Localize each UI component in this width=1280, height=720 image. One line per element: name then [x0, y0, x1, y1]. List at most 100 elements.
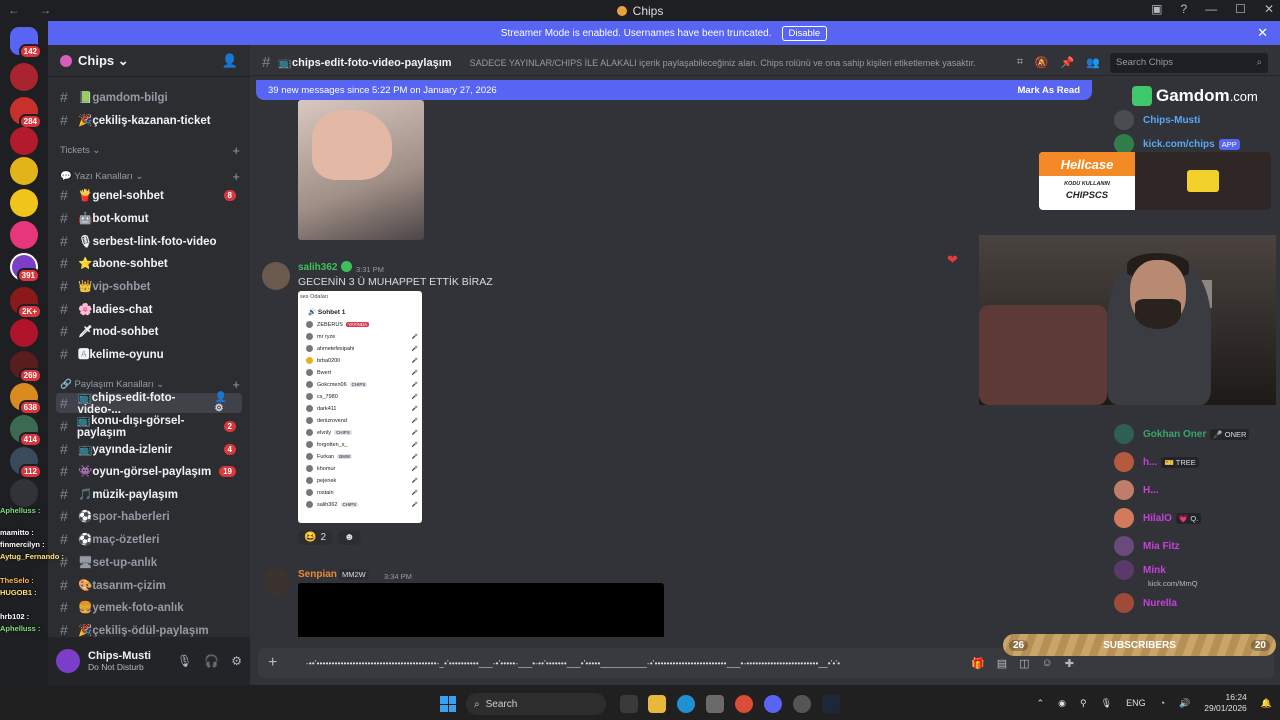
mute-icon[interactable]: 🎙	[177, 654, 192, 668]
new-messages-bar[interactable]: 39 new messages since 5:22 PM on January…	[256, 80, 1092, 100]
apps-icon[interactable]: ✚	[1065, 657, 1074, 670]
task-view-icon[interactable]	[620, 695, 638, 713]
help-icon[interactable]: ?	[1180, 2, 1187, 16]
headphones-icon[interactable]: 🎧	[204, 654, 219, 668]
message-author[interactable]: salih362	[298, 262, 337, 273]
channel-item[interactable]: # ⭐abone-sohbet	[56, 253, 242, 273]
close-window-button[interactable]: ✕	[1264, 2, 1274, 16]
notification-icon[interactable]: 🔔	[1261, 698, 1272, 709]
channel-item[interactable]: # 🍔yemek-foto-anlık	[56, 597, 242, 617]
category-text-channels[interactable]: 💬 Yazı Kanalları ⌄ +	[60, 168, 246, 184]
reaction-button[interactable]: 😆 2	[298, 530, 333, 545]
server-icon[interactable]: 638	[10, 383, 42, 415]
channel-item[interactable]: # 🍟genel-sohbet 8	[56, 185, 242, 205]
chevron-up-icon[interactable]: ⌃	[1037, 698, 1045, 709]
channel-settings-icon[interactable]: 👤 ⚙	[215, 392, 238, 414]
add-channel-icon[interactable]: +	[232, 143, 240, 158]
mic-icon[interactable]: 🎙	[1101, 698, 1112, 709]
direct-messages-icon[interactable]: 142	[10, 27, 42, 59]
image-attachment[interactable]	[298, 100, 424, 240]
channel-item[interactable]: # 🌸ladies-chat	[56, 299, 242, 319]
category-tickets[interactable]: Tickets ⌄ +	[60, 142, 246, 158]
inbox-icon[interactable]: ▣	[1151, 2, 1162, 16]
channel-item[interactable]: # 👑vip-sohbet	[56, 276, 242, 296]
member-item[interactable]: Mink kick.com/MmQ	[1114, 559, 1278, 588]
channel-item[interactable]: # 📺yayında-izlenir 4	[56, 439, 242, 459]
member-item[interactable]: HilalO 💗 Q.	[1114, 507, 1278, 529]
add-channel-icon[interactable]: +	[232, 377, 240, 392]
gif-icon[interactable]: ▤	[997, 657, 1007, 670]
server-icon[interactable]: 2K+	[10, 287, 42, 319]
mark-as-read-button[interactable]: Mark As Read	[1018, 85, 1080, 96]
discord-tray-icon[interactable]: ◉	[1058, 698, 1066, 709]
search-input[interactable]: Search Chips ⌕	[1110, 52, 1268, 73]
chips-server-icon[interactable]: 391	[10, 253, 40, 283]
member-item[interactable]: h... 🎫 TREE	[1114, 451, 1278, 473]
server-icon[interactable]	[10, 157, 38, 185]
avatar[interactable]	[262, 262, 290, 290]
server-icon[interactable]	[10, 319, 38, 347]
channel-item[interactable]: # 🅰kelime-oyunu	[56, 344, 242, 364]
server-icon[interactable]	[10, 63, 38, 91]
wifi-icon[interactable]: ◔	[1160, 698, 1165, 708]
message-author[interactable]: Senpian	[298, 569, 337, 580]
history-nav[interactable]: ← →	[8, 3, 59, 17]
server-icon[interactable]: 269	[10, 351, 42, 383]
volume-icon[interactable]: 🔊	[1179, 698, 1190, 709]
notification-bell-icon[interactable]: 🔕	[1035, 56, 1049, 69]
server-icon[interactable]	[10, 127, 38, 155]
add-reaction-button[interactable]: ☻	[338, 530, 361, 545]
channel-topic[interactable]: SADECE YAYINLAR/CHIPS İLE ALAKALI içerik…	[470, 58, 976, 68]
taskbar-search[interactable]: ⌕ Search	[466, 693, 606, 715]
add-channel-icon[interactable]: +	[232, 169, 240, 184]
minimize-button[interactable]: —	[1205, 2, 1217, 16]
windows-start-icon[interactable]	[440, 696, 456, 712]
obs-icon[interactable]	[793, 695, 811, 713]
member-item[interactable]: Gokhan Oner 🎤 ONER	[1114, 423, 1278, 445]
threads-icon[interactable]: ⌗	[1017, 56, 1023, 69]
clock[interactable]: 16:24 29/01/2026	[1204, 692, 1247, 714]
sticker-icon[interactable]: ◫	[1019, 657, 1029, 670]
maximize-button[interactable]: ☐	[1235, 2, 1246, 16]
chrome-icon[interactable]	[735, 695, 753, 713]
member-item[interactable]: H...	[1114, 479, 1278, 501]
server-icon[interactable]	[10, 189, 38, 217]
image-attachment[interactable]: ses Odaları 🔊 Sohbet 1 ZEBERUS YAYINDA mr…	[298, 291, 422, 523]
channel-item[interactable]: # 🎉çekiliş-kazanan-ticket	[56, 110, 242, 130]
channel-item[interactable]: # 📗gamdom-bilgi	[56, 87, 242, 107]
pin-icon[interactable]: 📌	[1061, 56, 1075, 69]
steam-icon[interactable]	[822, 695, 840, 713]
channel-item[interactable]: # 🎵müzik-paylaşım	[56, 484, 242, 504]
edge-icon[interactable]	[677, 695, 695, 713]
channel-item[interactable]: # 👾oyun-görsel-paylaşım 19	[56, 461, 242, 481]
attach-plus-button[interactable]: +	[268, 654, 288, 672]
discover-icon[interactable]	[10, 479, 38, 507]
add-user-icon[interactable]: 👤	[222, 53, 238, 69]
channel-item[interactable]: # 🗡mod-sohbet	[56, 321, 242, 341]
gift-icon[interactable]: 🎁	[971, 657, 985, 670]
channel-item[interactable]: # 🖥set-up-anlık	[56, 552, 242, 572]
server-icon[interactable]: 414	[10, 415, 42, 447]
member-item[interactable]: Chips-Musti	[1114, 109, 1278, 131]
network-icon[interactable]: ⚲	[1080, 698, 1087, 709]
server-header[interactable]: Chips ⌄ 👤	[48, 45, 250, 77]
server-icon[interactable]	[10, 221, 38, 249]
channel-item-active[interactable]: # 📺chips-edit-foto-video-... 👤 ⚙	[56, 392, 242, 416]
language-indicator[interactable]: ENG	[1126, 698, 1146, 708]
server-icon[interactable]: 284	[10, 97, 42, 129]
channel-item[interactable]: # ⚽spor-haberleri	[56, 506, 242, 526]
disable-streamer-mode-button[interactable]: Disable	[781, 25, 828, 41]
channel-item[interactable]: # ⚽maç-özetleri	[56, 529, 242, 549]
emoji-icon[interactable]: ☺	[1042, 657, 1053, 670]
channel-item[interactable]: # 🎙serbest-link-foto-video	[56, 231, 242, 251]
store-icon[interactable]	[706, 695, 724, 713]
member-item[interactable]: Mia Fitz	[1114, 535, 1278, 557]
member-list-icon[interactable]: 👥	[1086, 56, 1100, 69]
server-icon[interactable]: 112	[10, 447, 42, 479]
close-icon[interactable]: ✕	[1257, 25, 1268, 41]
channel-item[interactable]: # 🎨tasarım-çizim	[56, 575, 242, 595]
channel-item[interactable]: # 📺konu-dışı-görsel-paylaşım 2	[56, 415, 242, 439]
message-input[interactable]: -••'••••••••••••••••••••••••••••••••••••…	[306, 659, 866, 668]
file-explorer-icon[interactable]	[648, 695, 666, 713]
gear-icon[interactable]: ⚙	[231, 654, 242, 668]
